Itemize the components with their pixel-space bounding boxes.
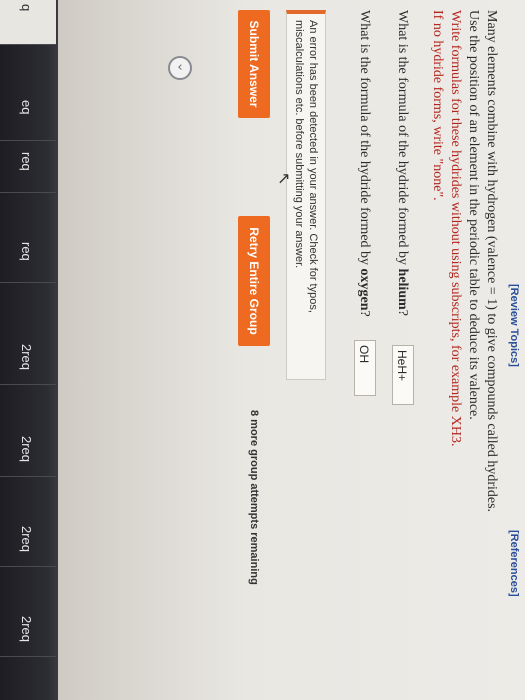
sidebar-item[interactable]: 2req: [0, 340, 56, 385]
top-links: [Review Topics] [References]: [502, 2, 522, 602]
sidebar-item-label: 2req: [19, 616, 34, 643]
references-link[interactable]: [References]: [508, 530, 520, 597]
sidebar-item-label: req: [19, 242, 34, 261]
sidebar-item[interactable]: 2req: [0, 612, 56, 657]
sidebar-item-label: 2req: [19, 526, 34, 553]
question-oxygen: What is the formula of the hydride forme…: [356, 10, 372, 317]
answer-input-helium[interactable]: HeH+: [392, 345, 414, 405]
question-suffix: ?: [357, 310, 372, 317]
sidebar-item-label: q: [19, 4, 34, 12]
intro-line: Many elements combine with hydrogen (val…: [484, 10, 499, 513]
question-prefix: What is the formula of the hydride forme…: [357, 10, 372, 269]
review-topics-link[interactable]: [Review Topics]: [508, 284, 520, 367]
intro-line-none: If no hydride forms, write "none".: [430, 10, 445, 201]
question-panel: [Review Topics] [References] Many elemen…: [182, 2, 522, 602]
question-prefix: What is the formula of the hydride forme…: [395, 10, 410, 269]
sidebar-item-label: eq: [19, 100, 34, 115]
sidebar-item[interactable]: req: [0, 148, 56, 193]
sidebar-item[interactable]: req: [0, 238, 56, 283]
question-suffix: ?: [395, 309, 410, 316]
sidebar: q eq req req 2req 2req 2req 2req: [0, 0, 58, 700]
submit-answer-button[interactable]: Submit Answer: [238, 10, 270, 118]
error-message: An error has been detected in your answe…: [286, 10, 326, 380]
sidebar-item[interactable]: 2req: [0, 522, 56, 567]
question-element: oxygen: [357, 268, 372, 311]
question-element: helium: [395, 268, 410, 310]
sidebar-item[interactable]: 2req: [0, 432, 56, 477]
sidebar-item[interactable]: eq: [0, 96, 56, 141]
intro-line: Use the position of an element in the pe…: [466, 10, 481, 420]
retry-entire-group-button[interactable]: Retry Entire Group: [238, 216, 270, 346]
instruction-text: Write formulas for these hydrides withou…: [448, 10, 463, 447]
sidebar-item-label: req: [19, 152, 34, 171]
intro-line-instruction: Write formulas for these hydrides withou…: [446, 10, 464, 446]
mouse-cursor-icon: ↖: [275, 172, 294, 186]
sidebar-item[interactable]: q: [0, 0, 56, 45]
answer-input-oxygen[interactable]: OH: [354, 340, 376, 396]
question-helium: What is the formula of the hydride forme…: [394, 10, 410, 316]
sidebar-item-label: 2req: [19, 436, 34, 463]
sidebar-item-label: 2req: [19, 344, 34, 371]
attempts-remaining: 8 more group attempts remaining: [248, 410, 260, 585]
